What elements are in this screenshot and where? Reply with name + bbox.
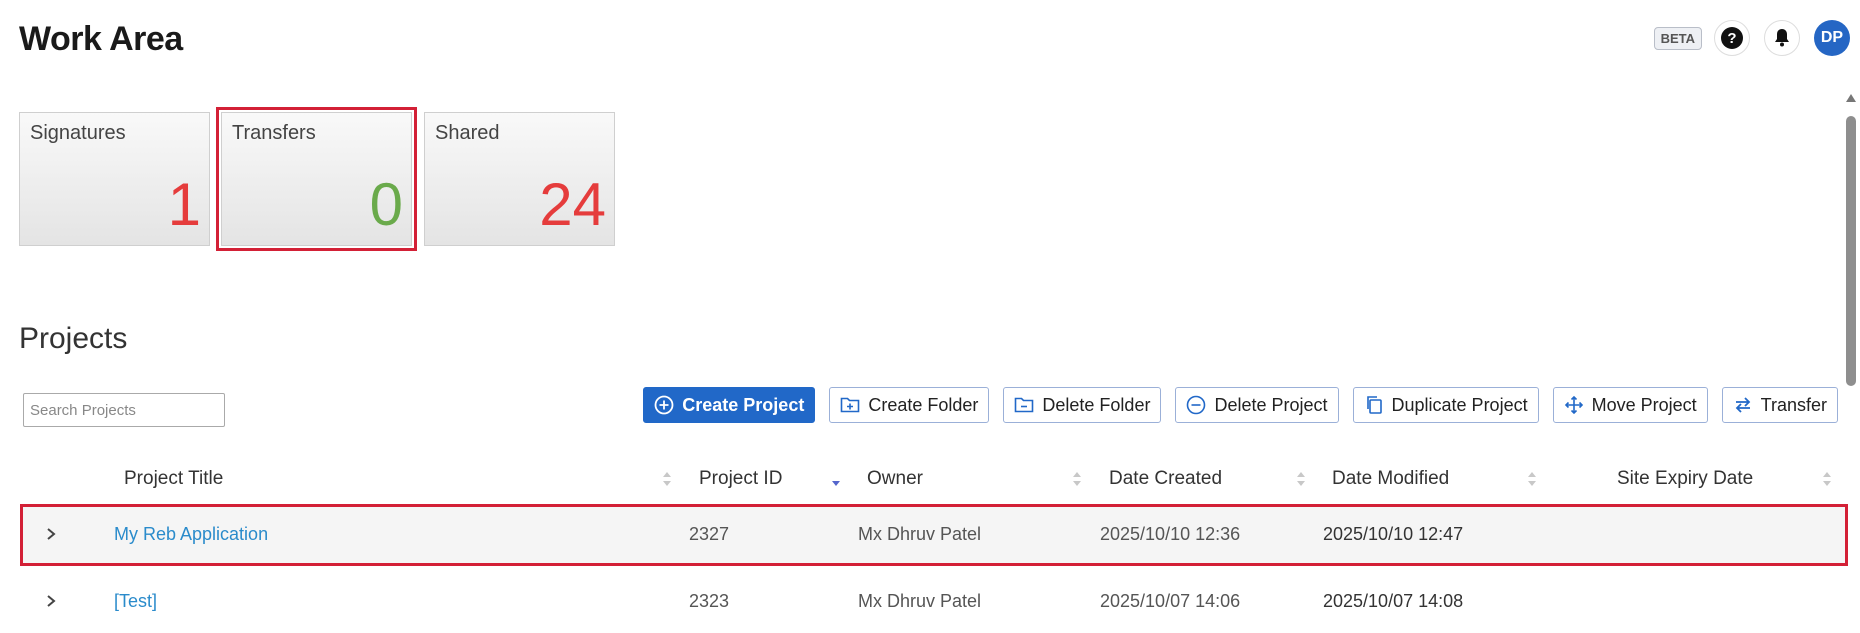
card-signatures[interactable]: Signatures 1 [19, 112, 210, 246]
project-owner: Mx Dhruv Patel [858, 524, 982, 544]
sort-icon[interactable] [662, 470, 672, 488]
transfer-label: Transfer [1760, 394, 1827, 415]
card-shared[interactable]: Shared 24 [424, 112, 615, 246]
scrollbar-thumb[interactable] [1846, 116, 1856, 386]
project-id: 2323 [689, 591, 730, 611]
plus-circle-icon [654, 395, 674, 415]
search-input[interactable] [23, 393, 225, 427]
card-count: 1 [167, 171, 201, 238]
card-label: Signatures [30, 122, 126, 144]
projects-heading: Projects [19, 322, 128, 355]
create-project-button[interactable]: Create Project [643, 387, 816, 423]
project-title-link[interactable]: [Test] [114, 591, 157, 612]
delete-project-label: Delete Project [1214, 394, 1328, 415]
column-header-id[interactable]: Project ID [699, 468, 782, 490]
delete-folder-label: Delete Folder [1042, 394, 1151, 415]
move-arrows-icon [1564, 395, 1584, 415]
sort-icon[interactable] [1296, 470, 1306, 488]
beta-badge: BETA [1653, 26, 1702, 50]
copy-icon [1364, 395, 1384, 415]
column-header-title[interactable]: Project Title [124, 468, 223, 490]
chevron-right-icon[interactable] [43, 524, 59, 544]
sort-icon[interactable] [1822, 470, 1832, 488]
column-header-expiry[interactable]: Site Expiry Date [1617, 468, 1753, 490]
create-folder-button[interactable]: Create Folder [829, 387, 990, 423]
project-id: 2327 [689, 524, 730, 544]
card-transfers[interactable]: Transfers 0 [216, 107, 417, 251]
avatar[interactable]: DP [1814, 20, 1850, 56]
header-actions: BETA ? DP [1653, 20, 1850, 56]
projects-toolbar: Create Project Create Folder Delete Fold… [629, 387, 1838, 423]
column-header-modified[interactable]: Date Modified [1332, 468, 1449, 490]
create-folder-label: Create Folder [868, 394, 979, 415]
card-count: 24 [539, 171, 606, 238]
project-created: 2025/10/07 14:06 [1100, 591, 1241, 611]
folder-plus-icon [840, 395, 860, 415]
project-owner: Mx Dhruv Patel [858, 591, 982, 611]
help-icon: ? [1721, 27, 1743, 49]
duplicate-project-button[interactable]: Duplicate Project [1352, 387, 1539, 423]
card-count: 0 [369, 171, 403, 238]
minus-circle-icon [1186, 395, 1206, 415]
project-created: 2025/10/10 12:36 [1100, 524, 1241, 544]
chevron-right-icon[interactable] [43, 591, 59, 611]
notifications-button[interactable] [1764, 20, 1800, 56]
swap-arrows-icon [1733, 395, 1753, 415]
move-project-label: Move Project [1591, 394, 1697, 415]
project-title-link[interactable]: My Reb Application [114, 524, 268, 545]
sort-icon[interactable] [1527, 470, 1537, 488]
delete-folder-button[interactable]: Delete Folder [1003, 387, 1162, 423]
transfer-button[interactable]: Transfer [1721, 387, 1838, 423]
bell-icon [1775, 29, 1789, 47]
help-button[interactable]: ? [1714, 20, 1750, 56]
column-header-owner[interactable]: Owner [867, 468, 923, 490]
table-row[interactable]: [Test] 2323 Mx Dhruv Patel 2025/10/07 14… [23, 574, 1845, 630]
project-modified: 2025/10/10 12:47 [1323, 524, 1464, 544]
scroll-up-icon[interactable] [1846, 94, 1856, 102]
duplicate-project-label: Duplicate Project [1391, 394, 1528, 415]
page-title: Work Area [19, 20, 183, 58]
table-header: Project Title Project ID Owner Date Crea… [0, 464, 1845, 494]
card-label: Transfers [232, 122, 316, 144]
project-modified: 2025/10/07 14:08 [1323, 591, 1464, 611]
scrollbar[interactable] [1842, 90, 1860, 633]
delete-project-button[interactable]: Delete Project [1175, 387, 1339, 423]
table-row[interactable]: My Reb Application 2327 Mx Dhruv Patel 2… [20, 504, 1848, 566]
folder-minus-icon [1014, 395, 1034, 415]
sort-icon[interactable] [1072, 470, 1082, 488]
card-label: Shared [435, 122, 500, 144]
move-project-button[interactable]: Move Project [1552, 387, 1708, 423]
column-header-created[interactable]: Date Created [1109, 468, 1222, 490]
sort-descending-icon[interactable] [831, 470, 841, 488]
create-project-label: Create Project [682, 394, 805, 415]
